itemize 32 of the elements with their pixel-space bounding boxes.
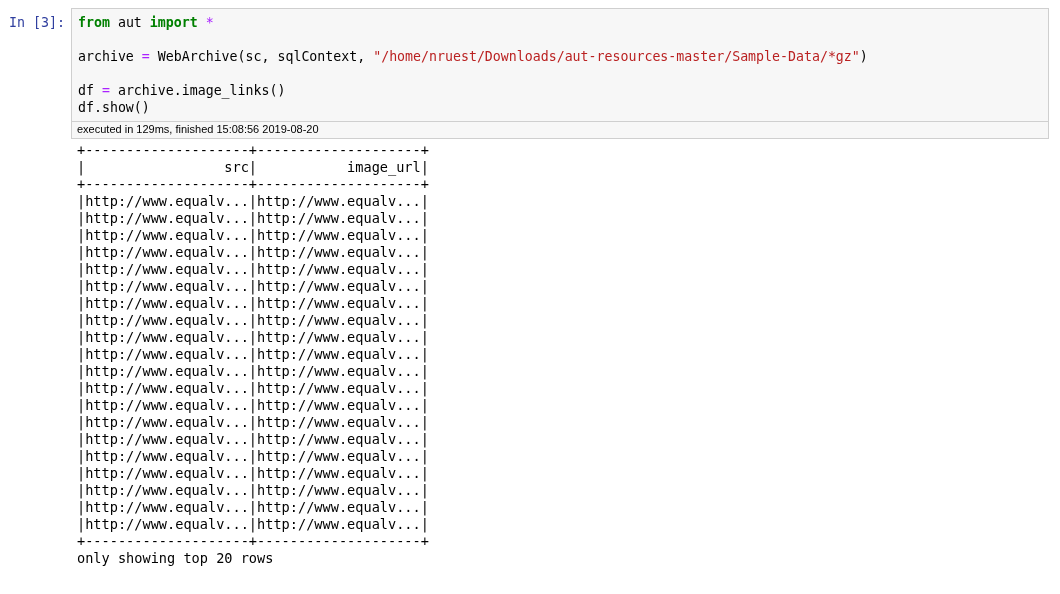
- output-line: |http://www.equalv...|http://www.equalv...|: [77, 414, 429, 431]
- output-line: |http://www.equalv...|http://www.equalv...|: [77, 295, 429, 312]
- output-line: |http://www.equalv...|http://www.equalv...|: [77, 346, 429, 363]
- output-line: |http://www.equalv...|http://www.equalv...|: [77, 278, 429, 295]
- output-line: only showing top 20 rows: [77, 550, 274, 567]
- output-line: |http://www.equalv...|http://www.equalv...|: [77, 210, 429, 227]
- output-line: |http://www.equalv...|http://www.equalv...|: [77, 397, 429, 414]
- output-line: |http://www.equalv...|http://www.equalv...|: [77, 431, 429, 448]
- output-line: |http://www.equalv...|http://www.equalv...|: [77, 499, 429, 516]
- output-line: |http://www.equalv...|http://www.equalv...|: [77, 261, 429, 278]
- output-line: |http://www.equalv...|http://www.equalv...|: [77, 380, 429, 397]
- output-line: | src| image_url|: [77, 159, 429, 176]
- output-line: |http://www.equalv...|http://www.equalv...|: [77, 465, 429, 482]
- output-line: +--------------------+--------------------+: [77, 533, 429, 550]
- output-line: |http://www.equalv...|http://www.equalv...|: [77, 448, 429, 465]
- output-line: |http://www.equalv...|http://www.equalv...|: [77, 329, 429, 346]
- output-line: |http://www.equalv...|http://www.equalv...|: [77, 363, 429, 380]
- output-line: |http://www.equalv...|http://www.equalv...|: [77, 312, 429, 329]
- output-line: |http://www.equalv...|http://www.equalv...|: [77, 244, 429, 261]
- output-line: +--------------------+--------------------+: [77, 142, 429, 159]
- output-line: |http://www.equalv...|http://www.equalv...|: [77, 482, 429, 499]
- code-line: archive = WebArchive(sc, sqlContext, "/home/nruest/Downloads/aut-resources-master/Sample-Data/*gz"): [78, 48, 868, 65]
- code-cell[interactable]: [71, 8, 1049, 139]
- output-line: +--------------------+--------------------+: [77, 176, 429, 193]
- output-line: |http://www.equalv...|http://www.equalv...|: [77, 516, 429, 533]
- cell-prompt: In [3]:: [8, 14, 67, 32]
- code-line: df.show(): [78, 99, 150, 116]
- output-line: |http://www.equalv...|http://www.equalv...|: [77, 227, 429, 244]
- execution-info: executed in 129ms, finished 15:08:56 2019-08-20: [72, 121, 1048, 138]
- code-line: df = archive.image_links(): [78, 82, 286, 99]
- code-line: from aut import *: [78, 14, 214, 31]
- output-line: |http://www.equalv...|http://www.equalv...|: [77, 193, 429, 210]
